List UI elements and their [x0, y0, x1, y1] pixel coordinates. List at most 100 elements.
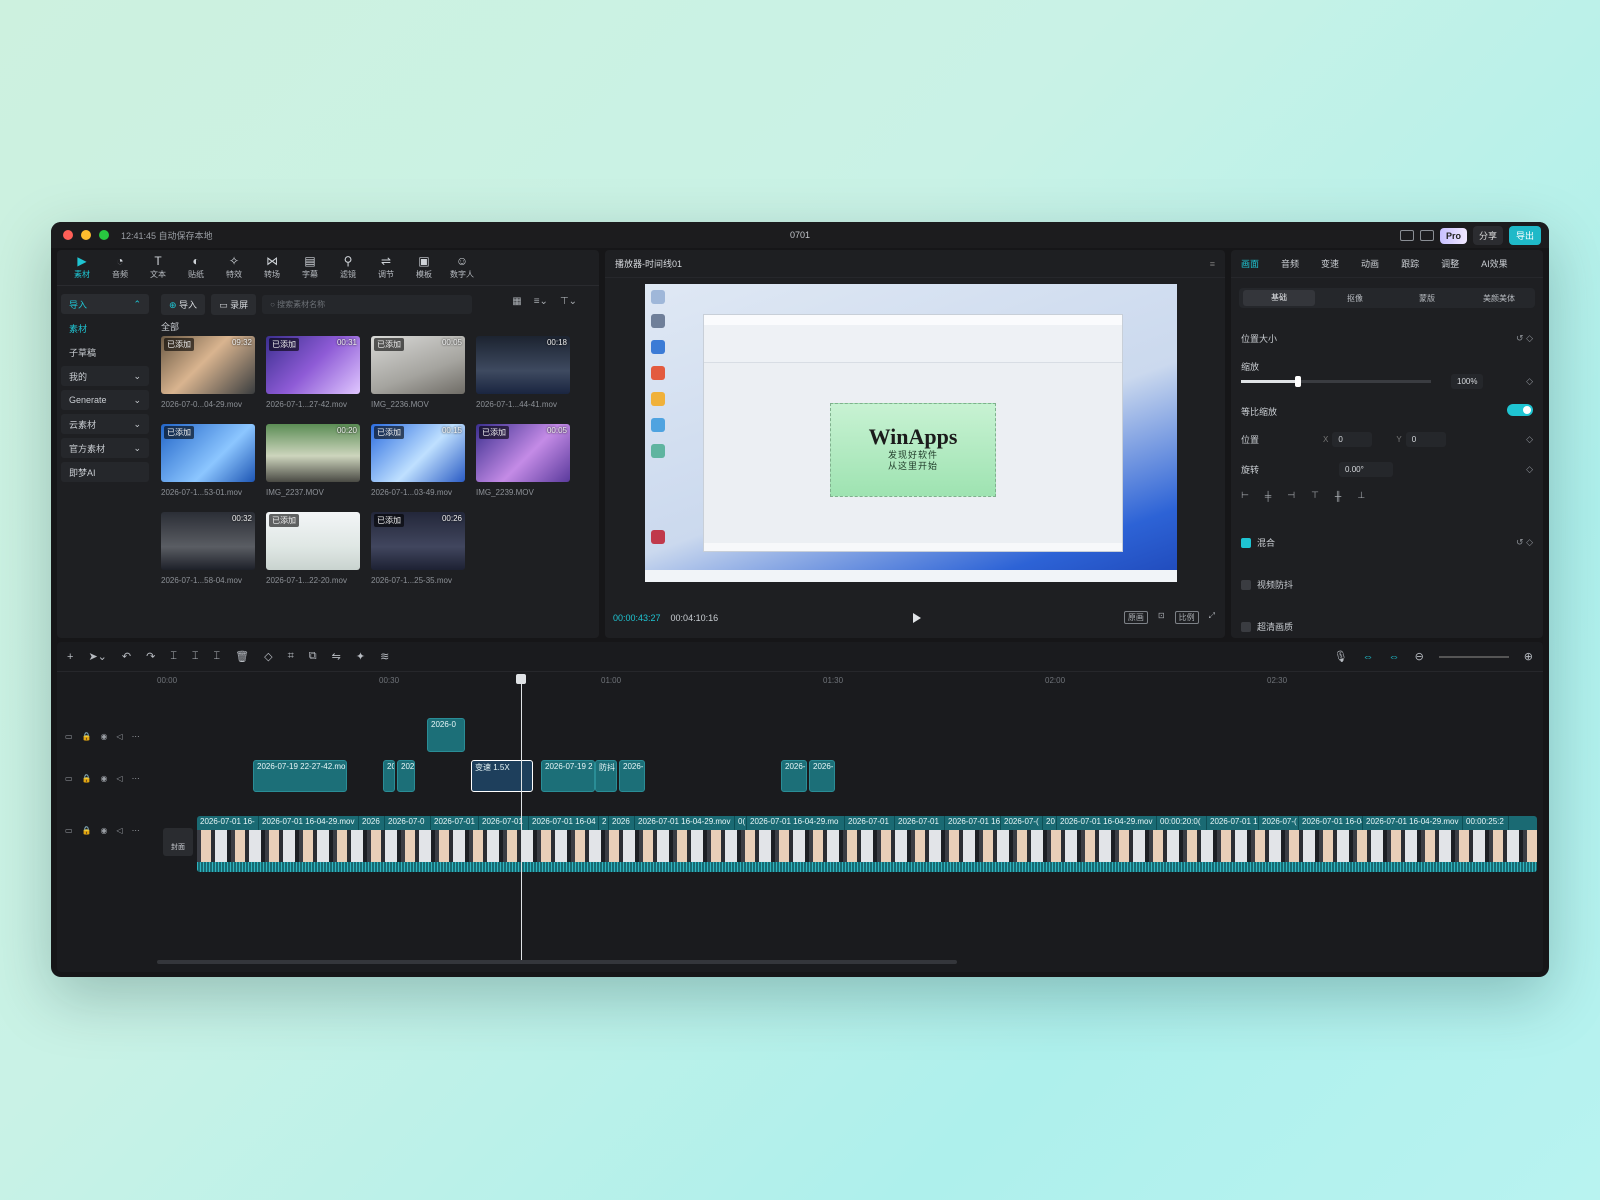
timeline-clip[interactable]: 变速 1.5X [471, 760, 533, 792]
inspector-subtab[interactable]: 蒙版 [1391, 293, 1463, 304]
eye-icon[interactable]: ◉ [101, 732, 108, 741]
lock-icon[interactable]: 🔒 [82, 774, 92, 783]
media-card[interactable]: 已添加 00:26 2026-07-1...25-35.mov [371, 512, 466, 600]
redo-icon[interactable]: ↷ [146, 650, 155, 663]
media-card[interactable]: 已添加 2026-07-1...22-20.mov [266, 512, 361, 600]
playhead[interactable] [516, 674, 526, 960]
mirror-icon[interactable]: ⇋ [332, 650, 341, 663]
eye-icon[interactable]: ◉ [101, 774, 108, 783]
link-icon[interactable]: ⇔ [1363, 651, 1374, 663]
track-icon[interactable]: ▭ [65, 732, 73, 741]
timeline-clip[interactable]: 2026-07-19 22-27-42.mo [253, 760, 347, 792]
sidebar-item[interactable]: 即梦AI [61, 462, 149, 482]
track-icon[interactable]: ▭ [65, 774, 73, 783]
timeline-clip[interactable]: 2026- [619, 760, 645, 792]
stabilize-label[interactable]: 视频防抖 [1257, 578, 1293, 591]
more-icon[interactable]: ⋯ [132, 774, 140, 783]
tool-effects[interactable]: ✧ 特效 [215, 250, 253, 285]
rotation-input[interactable]: 0.00° [1339, 462, 1394, 477]
original-quality-button[interactable]: 原画 [1123, 611, 1148, 624]
inspector-tab[interactable]: 动画 [1361, 257, 1379, 270]
align-hcenter-icon[interactable]: ╪ [1265, 491, 1271, 501]
blend-label[interactable]: 混合 [1257, 536, 1275, 549]
media-card[interactable]: 00:20 IMG_2237.MOV [266, 424, 361, 512]
sidebar-item[interactable]: 我的 ⌄ [61, 366, 149, 386]
media-card[interactable]: 已添加 09:32 2026-07-0...04-29.mov [161, 336, 256, 424]
media-thumbnail[interactable]: 00:20 [266, 424, 360, 482]
blend-checkbox[interactable] [1241, 537, 1251, 548]
close-window-button[interactable] [63, 230, 73, 240]
uniform-scale-toggle[interactable] [1507, 404, 1533, 416]
more-icon[interactable]: ⋯ [132, 826, 140, 835]
tool-avatar[interactable]: ☺ 数字人 [443, 250, 481, 285]
keyframe-icon[interactable]: ◇ [1526, 434, 1533, 445]
select-tool-icon[interactable]: ➤⌄ [88, 650, 106, 663]
media-thumbnail[interactable]: 已添加 00:05 [371, 336, 465, 394]
mute-icon[interactable]: ◁ [117, 774, 123, 783]
mute-icon[interactable]: ◁ [117, 826, 123, 835]
pos-x-input[interactable]: 0 [1332, 432, 1373, 447]
shortcut-icon[interactable] [1419, 230, 1434, 241]
keyframe-icon[interactable]: ◇ [1526, 376, 1533, 387]
more-icon[interactable]: ⋯ [132, 732, 140, 741]
zoom-out-icon[interactable]: ⊖ [1415, 650, 1424, 663]
snapshot-icon[interactable]: ⊡ [1158, 611, 1165, 624]
snap-icon[interactable]: ⇔ [1389, 651, 1400, 663]
media-thumbnail[interactable]: 已添加 00:31 [266, 336, 360, 394]
record-screen-button[interactable]: ▭ 录屏 [211, 294, 257, 315]
share-button[interactable]: 分享 [1472, 226, 1503, 245]
split-icon[interactable]: ⌶ [170, 650, 177, 663]
eye-icon[interactable]: ◉ [101, 826, 108, 835]
reset-icon[interactable]: ↺ ◇ [1516, 537, 1533, 548]
sidebar-item[interactable]: 官方素材 ⌄ [61, 438, 149, 458]
align-top-icon[interactable]: ⊤ [1311, 490, 1319, 501]
tool-audio[interactable]: ◔ 音频 [101, 250, 139, 285]
zoom-in-icon[interactable]: ⊕ [1524, 650, 1533, 663]
media-thumbnail[interactable]: 已添加 [266, 512, 360, 570]
scale-slider-knob[interactable] [1295, 376, 1301, 387]
timeline-clip[interactable]: 2026-07-19 2 [541, 760, 595, 792]
cover-button[interactable]: 封面 [163, 828, 193, 856]
inspector-tab[interactable]: 跟踪 [1401, 257, 1419, 270]
player-menu-icon[interactable]: ≡ [1210, 259, 1215, 269]
inspector-subtab[interactable]: 基础 [1243, 290, 1315, 306]
media-thumbnail[interactable]: 已添加 00:26 [371, 512, 465, 570]
media-card[interactable]: 00:18 2026-07-1...44-41.mov [476, 336, 571, 424]
microphone-icon[interactable]: 🎙 [1334, 650, 1348, 663]
play-icon[interactable] [913, 612, 921, 623]
inspector-subtab[interactable]: 抠像 [1319, 293, 1391, 304]
media-thumbnail[interactable]: 00:18 [476, 336, 570, 394]
align-left-icon[interactable]: ⊢ [1241, 490, 1249, 501]
align-bottom-icon[interactable]: ⊥ [1357, 490, 1365, 501]
timeline-clip[interactable]: 2026- [809, 760, 835, 792]
grid-view-icon[interactable]: ▦ [512, 296, 521, 307]
tool-text[interactable]: T 文本 [139, 250, 177, 285]
delete-icon[interactable]: 🗑 [235, 650, 249, 663]
layout-icon[interactable] [1399, 230, 1414, 241]
tool-subtitle[interactable]: ▤ 字幕 [291, 250, 329, 285]
scale-slider[interactable] [1241, 376, 1431, 387]
media-search-input[interactable]: ○ 搜索素材名称 [262, 295, 473, 314]
hd-checkbox[interactable] [1241, 621, 1251, 632]
media-thumbnail[interactable]: 已添加 09:32 [161, 336, 255, 394]
media-card[interactable]: 00:32 2026-07-1...58-04.mov [161, 512, 256, 600]
pos-y-input[interactable]: 0 [1405, 432, 1446, 447]
stabilize-checkbox[interactable] [1241, 579, 1251, 590]
mute-icon[interactable]: ◁ [117, 732, 123, 741]
inspector-tab[interactable]: 音频 [1281, 257, 1299, 270]
tool-media[interactable]: ▶ 素材 [63, 250, 101, 285]
magic-icon[interactable]: ✦ [356, 650, 365, 663]
inspector-tab[interactable]: 调整 [1441, 257, 1459, 270]
media-thumbnail[interactable]: 00:32 [161, 512, 255, 570]
position-size-header[interactable]: 位置大小 [1241, 332, 1277, 345]
ratio-button[interactable]: 比例 [1174, 611, 1199, 624]
export-button[interactable]: 导出 [1508, 226, 1541, 245]
split-left-icon[interactable]: ⌶ [192, 650, 199, 663]
timeline-clip[interactable]: 防抖 [595, 760, 617, 792]
split-right-icon[interactable]: ⌶ [214, 650, 221, 663]
sidebar-item[interactable]: 子草稿 [61, 342, 149, 362]
lock-icon[interactable]: 🔒 [82, 826, 92, 835]
timeline-clip[interactable]: 20 [383, 760, 395, 792]
media-card[interactable]: 已添加 00:31 2026-07-1...27-42.mov [266, 336, 361, 424]
track-icon[interactable]: ▭ [65, 826, 73, 835]
